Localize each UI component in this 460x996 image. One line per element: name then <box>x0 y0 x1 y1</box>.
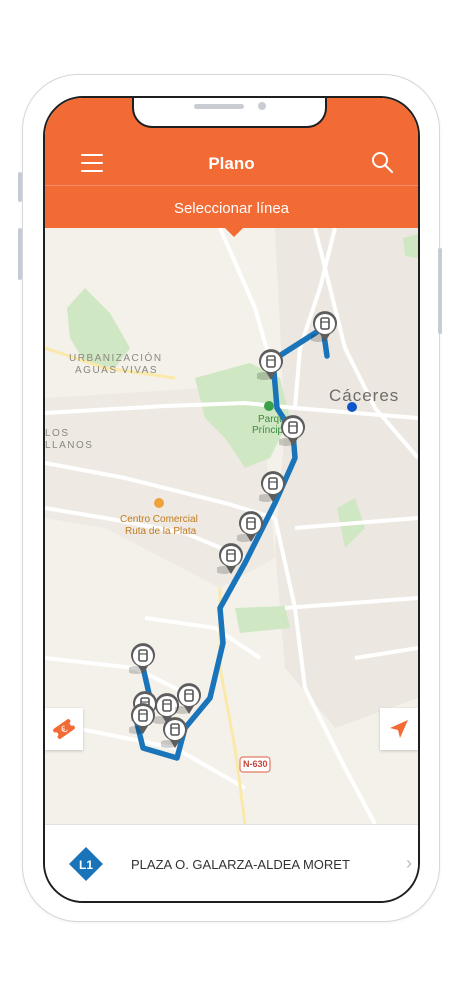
map-label-aguas-vivas: AGUAS VIVAS <box>75 365 159 376</box>
header-divider <box>45 185 418 186</box>
bus-stop-pin-icon[interactable] <box>257 348 285 382</box>
map-label-los: LOS <box>45 428 70 439</box>
map-label-llanos: LLANOS <box>45 440 94 451</box>
bus-stop-pin-icon[interactable] <box>217 542 245 576</box>
bus-stop-pin-icon[interactable] <box>129 642 157 676</box>
ticket-button[interactable]: € <box>45 708 83 750</box>
map-canvas[interactable] <box>45 228 418 824</box>
ticket-euro-icon: € <box>53 719 75 739</box>
selected-stop-bar[interactable]: L1 PLAZA O. GALARZA-ALDEA MORET › <box>45 824 418 901</box>
selector-caret-icon <box>225 228 243 237</box>
locate-me-button[interactable] <box>380 708 418 750</box>
bus-stop-pin-icon[interactable] <box>237 510 265 544</box>
shopping-icon <box>154 498 164 508</box>
bus-stop-pin-icon[interactable] <box>161 716 189 750</box>
speaker-grille <box>194 104 244 109</box>
page-title: Plano <box>208 154 255 173</box>
phone-side-button <box>18 228 22 280</box>
line-badge: L1 <box>69 847 103 881</box>
map-label-ruta-plata: Ruta de la Plata <box>125 526 197 537</box>
road-label-n630: N-630 <box>243 759 268 769</box>
chevron-right-icon: › <box>406 853 412 873</box>
map-view[interactable]: URBANIZACIÓN AGUAS VIVAS Cáceres Parque … <box>45 228 418 824</box>
map-label-urbanizacion: URBANIZACIÓN <box>69 353 163 364</box>
svg-text:L1: L1 <box>79 858 93 872</box>
map-label-caceres: Cáceres <box>329 386 400 405</box>
phone-side-button <box>18 172 22 202</box>
app-screen: Plano Seleccionar línea URBANIZACIÓN AGU… <box>43 96 420 903</box>
bus-stop-pin-icon[interactable] <box>311 310 339 344</box>
phone-notch <box>132 98 327 128</box>
bus-stop-pin-icon[interactable] <box>175 682 203 716</box>
navigation-arrow-icon <box>390 720 408 738</box>
bus-stop-pin-icon[interactable] <box>259 470 287 504</box>
front-camera <box>258 102 266 110</box>
line-selector[interactable]: Seleccionar línea <box>45 200 418 217</box>
park-area <box>403 234 418 258</box>
map-label-centro-comercial: Centro Comercial <box>120 514 198 525</box>
stop-name: PLAZA O. GALARZA-ALDEA MORET <box>131 857 350 872</box>
bus-stop-pin-icon[interactable] <box>129 702 157 736</box>
park-icon <box>264 401 274 411</box>
bus-stop-pin-icon[interactable] <box>279 414 307 448</box>
phone-side-button <box>438 248 442 334</box>
search-icon[interactable] <box>370 150 394 174</box>
